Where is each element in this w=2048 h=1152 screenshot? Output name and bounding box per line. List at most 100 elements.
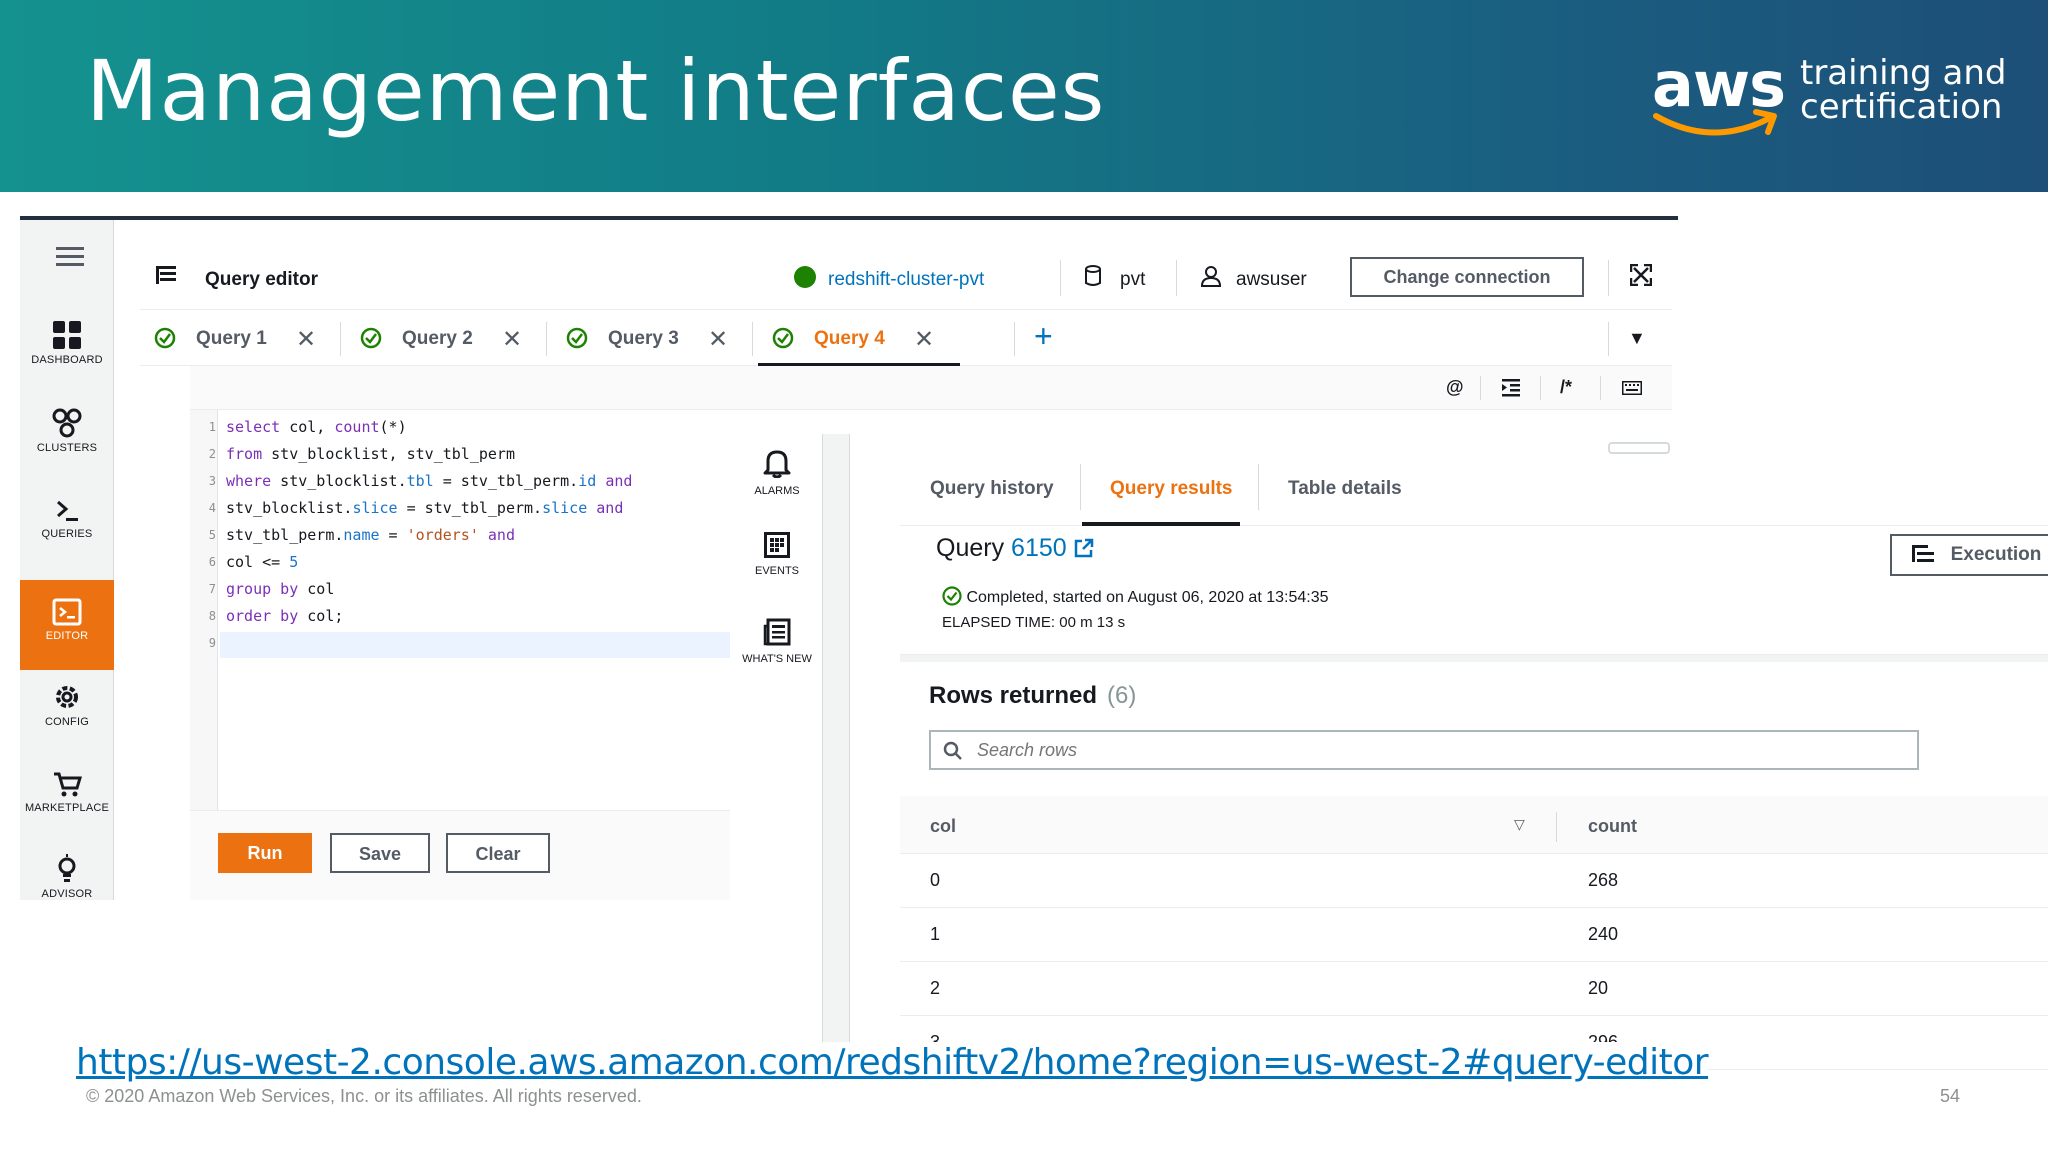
tab-divider <box>546 322 547 356</box>
side-item-events[interactable]: EVENTS <box>730 532 824 577</box>
query-editor-url-link[interactable]: https://us-west-2.console.aws.amazon.com… <box>76 1042 1709 1083</box>
results-table-header: col ▽ count <box>900 796 2048 854</box>
side-item-whats-new[interactable]: WHAT'S NEW <box>730 618 824 665</box>
nav-label-advisor: ADVISOR <box>41 888 93 900</box>
column-header-count[interactable]: count <box>1588 816 1637 837</box>
nav-label-queries: QUERIES <box>41 528 93 540</box>
nav-item-editor[interactable]: EDITOR <box>20 580 114 670</box>
table-row[interactable]: 1 240 <box>900 908 2048 962</box>
save-button[interactable]: Save <box>330 833 430 873</box>
table-row[interactable]: 2 20 <box>900 962 2048 1016</box>
line-number: 9 <box>208 636 216 650</box>
aws-smile-icon <box>1653 109 1777 136</box>
column-header-col[interactable]: col <box>930 816 956 837</box>
side-label-whats-new: WHAT'S NEW <box>742 653 812 665</box>
user-name: awsuser <box>1236 269 1307 290</box>
comment-icon[interactable]: /* <box>1560 377 1572 398</box>
tab-query-2[interactable]: Query 2 ✕ <box>346 310 546 366</box>
close-icon[interactable]: ✕ <box>708 325 728 354</box>
slide-title: Management interfaces <box>86 42 1106 140</box>
search-rows-input[interactable] <box>977 736 1877 764</box>
close-icon[interactable]: ✕ <box>296 325 316 354</box>
nav-item-config[interactable]: CONFIG <box>20 682 114 728</box>
nav-item-marketplace[interactable]: MARKETPLACE <box>20 770 114 814</box>
results-panel: Query history Query results Table detail… <box>900 434 2048 1070</box>
side-item-alarms[interactable]: ALARMS <box>730 448 824 497</box>
tab-query-4[interactable]: Query 4 ✕ <box>758 310 960 366</box>
code-line: select col, count(*) <box>226 418 407 436</box>
close-icon[interactable]: ✕ <box>502 325 522 354</box>
table-row[interactable]: 0 268 <box>900 854 2048 908</box>
app-top-border <box>20 216 1678 220</box>
section-divider <box>900 654 2048 662</box>
tab-divider <box>1258 464 1259 510</box>
query-id-link[interactable]: 6150 <box>1011 534 1067 562</box>
editor-actions: Run Save Clear <box>190 810 730 900</box>
execution-button[interactable]: Execution <box>1890 534 2048 576</box>
side-utility-panel: ALARMS EVENTS WHAT'S NEW <box>730 410 824 900</box>
tab-query-history[interactable]: Query history <box>930 478 1054 500</box>
search-icon <box>943 741 962 760</box>
brand-tagline-line2: certification <box>1800 87 2003 127</box>
tab-table-details[interactable]: Table details <box>1288 478 1402 500</box>
change-connection-button[interactable]: Change connection <box>1350 257 1584 297</box>
nav-item-clusters[interactable]: CLUSTERS <box>20 408 114 454</box>
at-sign-icon[interactable]: @ <box>1446 377 1464 398</box>
code-line: stv_tbl_perm.name = 'orders' and <box>226 526 515 544</box>
format-indent-icon[interactable] <box>1502 379 1520 397</box>
current-line-highlight <box>220 632 730 658</box>
news-icon <box>763 618 791 646</box>
tab-divider <box>752 322 753 356</box>
query-tab-bar: Query 1 ✕ Query 2 ✕ Query 3 ✕ Query 4 ✕ … <box>140 310 1672 366</box>
close-icon[interactable]: ✕ <box>914 325 934 354</box>
marketplace-icon <box>54 772 82 797</box>
hamburger-menu-icon[interactable] <box>56 246 84 268</box>
line-number: 3 <box>208 474 216 488</box>
line-number: 6 <box>208 555 216 569</box>
line-number: 7 <box>208 582 216 596</box>
header-divider <box>1608 260 1609 296</box>
sort-descending-icon[interactable]: ▽ <box>1514 816 1525 833</box>
add-tab-icon[interactable]: + <box>1034 318 1053 355</box>
tab-query-3[interactable]: Query 3 ✕ <box>552 310 752 366</box>
active-tab-indicator <box>1082 522 1240 526</box>
sql-editor[interactable]: 1 2 3 4 5 6 7 8 9 select col, count(*) f… <box>190 410 730 810</box>
side-label-alarms: ALARMS <box>754 485 800 497</box>
fullscreen-icon[interactable] <box>1630 264 1652 286</box>
tab-dropdown-icon[interactable]: ▼ <box>1628 328 1646 349</box>
panel-splitter[interactable] <box>822 434 850 1054</box>
query-label: Query <box>936 534 1005 562</box>
page-number: 54 <box>1940 1086 1961 1106</box>
line-number: 5 <box>208 528 216 542</box>
keyboard-icon[interactable] <box>1622 381 1642 395</box>
tab-divider <box>340 322 341 356</box>
code-line: group by col <box>226 580 335 598</box>
external-link-icon[interactable] <box>1074 538 1094 558</box>
line-number: 2 <box>208 447 216 461</box>
tab-query-1[interactable]: Query 1 ✕ <box>140 310 340 366</box>
tab-query-results[interactable]: Query results <box>1110 478 1233 500</box>
nav-item-queries[interactable]: QUERIES <box>20 498 114 540</box>
run-button[interactable]: Run <box>218 833 312 873</box>
gear-icon <box>56 686 78 708</box>
schema-browser-icon[interactable] <box>156 266 176 286</box>
nav-label-dashboard: DASHBOARD <box>31 354 103 366</box>
tab-label: Query 1 <box>196 328 267 349</box>
search-rows-box[interactable] <box>929 730 1919 770</box>
toolbar-divider <box>1600 376 1601 400</box>
nav-item-advisor[interactable]: ADVISOR <box>20 854 114 900</box>
aws-logo: aws <box>1652 48 1786 142</box>
clear-button[interactable]: Clear <box>446 833 550 873</box>
nav-item-dashboard[interactable]: DASHBOARD <box>20 320 114 366</box>
rows-count: (6) <box>1107 682 1137 709</box>
cluster-name[interactable]: redshift-cluster-pvt <box>828 269 984 291</box>
nav-label-editor: EDITOR <box>45 630 89 642</box>
success-check-icon <box>566 327 588 349</box>
code-line: where stv_blocklist.tbl = stv_tbl_perm.i… <box>226 472 633 490</box>
bell-icon <box>763 450 791 479</box>
success-check-icon <box>772 327 794 349</box>
results-tab-bar: Query history Query results Table detail… <box>900 434 2048 526</box>
editor-toolbar: @ /* <box>190 366 1672 410</box>
brand-tagline: training and certification <box>1800 56 2020 124</box>
database-icon <box>1085 265 1101 286</box>
